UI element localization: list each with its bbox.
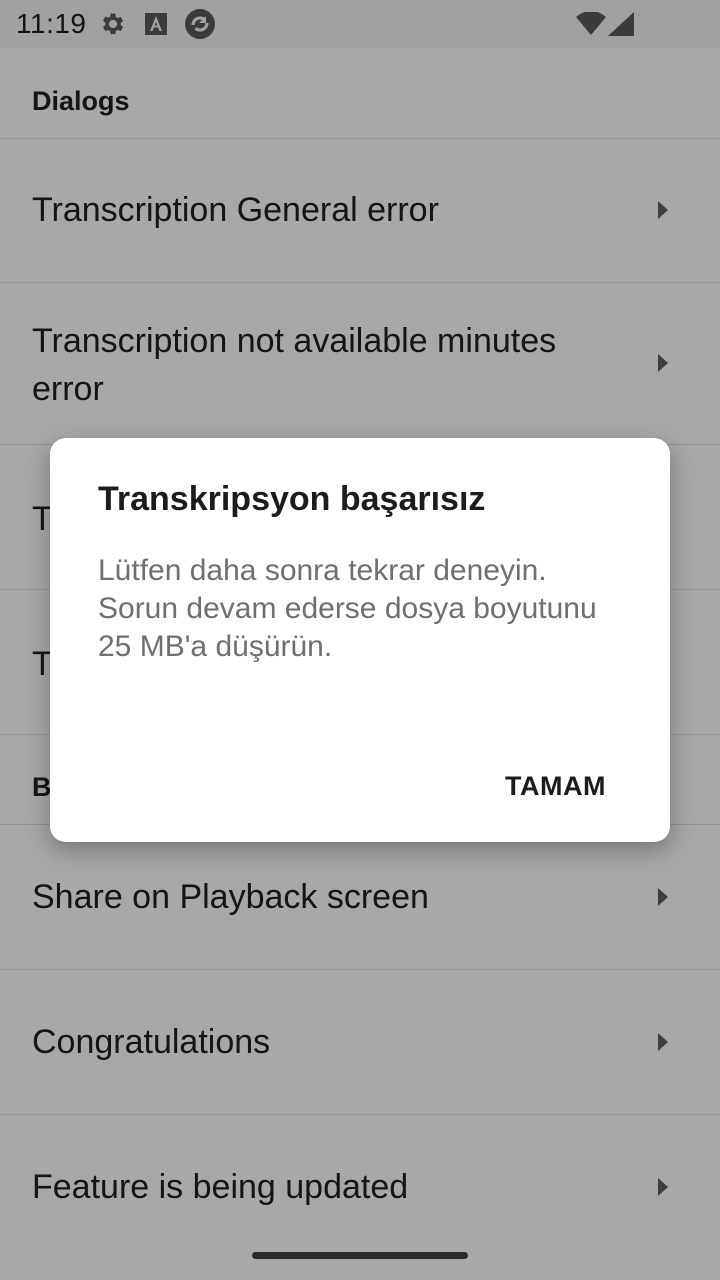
gesture-nav-handle[interactable] [252, 1252, 468, 1259]
screen: 11:19 Dialogs Transcription General erro… [0, 0, 720, 1280]
dialog-title: Transkripsyon başarısız [98, 480, 486, 518]
error-dialog: Transkripsyon başarısız Lütfen daha sonr… [50, 438, 670, 842]
dialog-message: Lütfen daha sonra tekrar deneyin. Sorun … [98, 554, 597, 663]
ok-button[interactable]: TAMAM [505, 767, 606, 806]
